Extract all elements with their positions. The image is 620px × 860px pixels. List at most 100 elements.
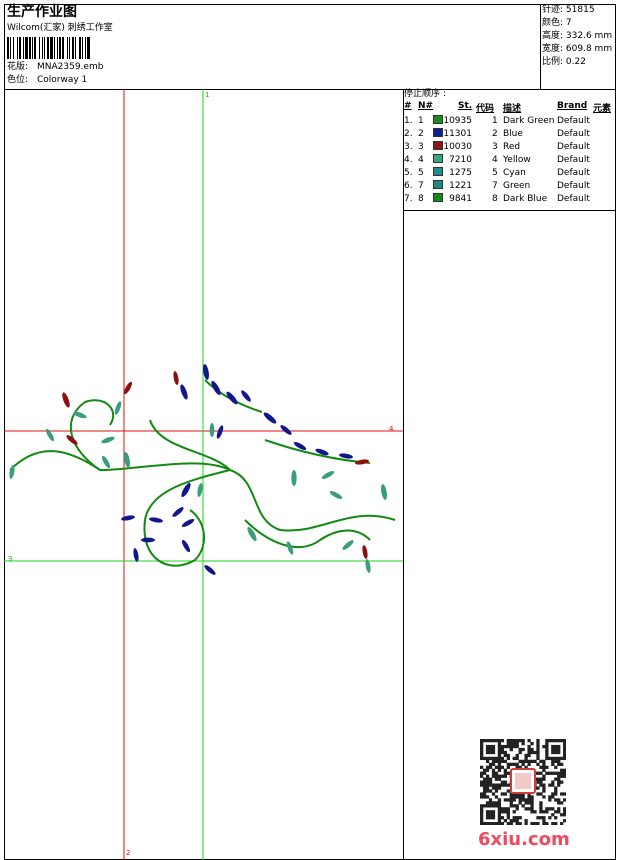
qr-module <box>536 816 540 820</box>
qr-module <box>480 741 484 746</box>
leaf-shape <box>209 423 215 437</box>
qr-module <box>491 768 496 772</box>
leaf-shape <box>197 483 203 497</box>
qr-module <box>497 739 502 743</box>
qr-module <box>497 765 502 769</box>
qr-module <box>557 756 561 761</box>
table-row: 7. 8 9841 8 Dark Blue Default <box>404 193 620 206</box>
barcode-bar <box>29 37 31 59</box>
qr-module <box>557 762 561 766</box>
row-desc: Yellow <box>503 155 531 165</box>
qr-module <box>500 765 505 769</box>
qr-module <box>557 780 561 784</box>
qr-module <box>500 750 505 755</box>
qr-module <box>480 804 484 808</box>
qr-module <box>521 804 525 808</box>
qr-module <box>557 801 561 805</box>
qr-module <box>491 813 496 817</box>
leaf-shape <box>181 518 195 528</box>
leaf-shape <box>362 545 368 559</box>
qr-module <box>506 744 510 749</box>
qr-module <box>518 795 522 799</box>
row-code: 3 <box>492 142 498 152</box>
qr-module <box>482 756 487 761</box>
qr-module <box>485 777 490 781</box>
qr-module <box>485 804 490 808</box>
qr-module <box>494 789 499 793</box>
qr-module <box>542 816 546 820</box>
qr-module <box>554 792 558 796</box>
row-code: 7 <box>492 181 498 191</box>
qr-module <box>509 804 513 808</box>
qr-module <box>554 816 558 820</box>
qr-module <box>497 810 502 814</box>
qr-module <box>506 816 510 820</box>
qr-module <box>488 789 493 793</box>
barcode-bar <box>72 37 74 59</box>
qr-module <box>485 739 490 743</box>
barcode-bar <box>10 37 11 59</box>
qr-module <box>488 801 493 805</box>
qr-module <box>480 747 484 752</box>
qr-module <box>485 816 490 820</box>
leaf-shape <box>226 391 238 405</box>
qr-module <box>515 762 519 766</box>
qr-module <box>488 777 493 781</box>
qr-module <box>557 747 561 752</box>
qr-module <box>515 756 519 761</box>
qr-module <box>530 747 534 752</box>
row-code: 4 <box>492 155 498 165</box>
qr-module <box>536 756 540 761</box>
qr-module <box>497 816 502 820</box>
table-row: 1. 1 10935 1 Dark Green Default <box>404 115 620 128</box>
qr-module <box>494 822 499 825</box>
qr-module <box>518 798 522 802</box>
qr-module <box>503 792 507 796</box>
qr-module <box>551 759 555 764</box>
stat-width: 宽度: 609.8 mm <box>542 44 614 57</box>
qr-module <box>518 759 522 764</box>
qr-module <box>509 741 513 746</box>
qr-module <box>521 739 525 743</box>
qr-module <box>494 804 499 808</box>
col-n: N# <box>418 101 434 111</box>
qr-module <box>485 813 490 817</box>
qr-module <box>515 744 519 749</box>
qr-module <box>530 759 534 764</box>
qr-module <box>551 822 555 825</box>
leaf-shape <box>62 392 70 408</box>
row-stitches: 11301 <box>443 129 472 139</box>
qr-module <box>542 777 546 781</box>
qr-module <box>500 822 505 825</box>
qr-module <box>480 783 484 787</box>
qr-module <box>497 798 502 802</box>
qr-module <box>554 771 558 775</box>
qr-module <box>503 819 507 823</box>
row-index: 6. <box>404 181 413 191</box>
table-row: 5. 5 1275 5 Cyan Default <box>404 167 620 180</box>
qr-module <box>518 816 522 820</box>
qr-module <box>488 813 493 817</box>
qr-module <box>500 810 505 814</box>
stat-label: 比例: <box>542 57 564 67</box>
qr-module <box>524 798 528 802</box>
qr-module <box>482 780 487 784</box>
barcode-bar <box>82 37 83 59</box>
qr-module <box>527 747 531 752</box>
qr-module <box>560 762 564 766</box>
colorway-label: 色位: <box>7 75 29 85</box>
qr-module <box>488 744 493 749</box>
qr-module <box>491 786 496 790</box>
qr-module <box>491 744 496 749</box>
qr-module <box>506 739 510 743</box>
qr-module <box>557 739 561 743</box>
qr-module <box>560 739 564 743</box>
qr-module <box>491 750 496 755</box>
qr-module <box>503 771 507 775</box>
qr-module <box>539 771 543 775</box>
qr-module <box>494 739 499 743</box>
qr-module <box>539 777 543 781</box>
barcode-bar <box>44 37 45 59</box>
qr-module <box>506 822 510 825</box>
qr-module <box>524 801 528 805</box>
